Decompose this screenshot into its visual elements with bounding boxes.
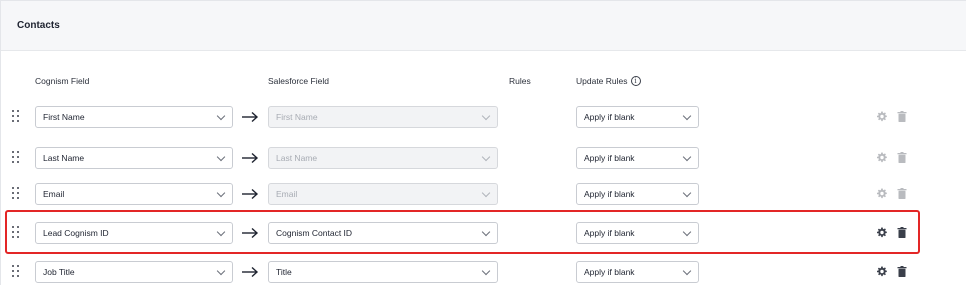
- chevron-down-icon: [216, 152, 226, 162]
- row-actions: [877, 111, 907, 122]
- chevron-down-icon: [481, 188, 491, 198]
- mapping-row: Last Name Last Name Apply if blank: [1, 147, 966, 169]
- salesforce-field-value: Title: [276, 267, 292, 277]
- drag-handle-icon[interactable]: [12, 151, 20, 164]
- salesforce-field-value: First Name: [276, 112, 318, 122]
- update-rule-value: Apply if blank: [584, 189, 635, 199]
- update-rule-value: Apply if blank: [584, 153, 635, 163]
- salesforce-field-value: Email: [276, 189, 298, 199]
- mapping-row: Email Email Apply if blank: [1, 183, 966, 205]
- info-icon[interactable]: i: [630, 76, 641, 86]
- cognism-field-select[interactable]: Job Title: [35, 261, 233, 283]
- gear-icon: [877, 111, 887, 122]
- update-rule-value: Apply if blank: [584, 112, 635, 122]
- highlight-box: [5, 210, 920, 254]
- cognism-field-select[interactable]: First Name: [35, 106, 233, 128]
- chevron-down-icon: [481, 111, 491, 121]
- chevron-down-icon: [216, 111, 226, 121]
- salesforce-field-select[interactable]: Title: [268, 261, 498, 283]
- row-actions: [877, 152, 907, 163]
- chevron-down-icon: [481, 152, 491, 162]
- cognism-field-value: First Name: [43, 112, 85, 122]
- chevron-down-icon: [216, 266, 226, 276]
- arrow-right-icon: [242, 188, 259, 200]
- salesforce-field-select: First Name: [268, 106, 498, 128]
- update-rule-value: Apply if blank: [584, 267, 635, 277]
- section-title: Contacts: [17, 20, 60, 31]
- salesforce-field-select: Last Name: [268, 147, 498, 169]
- column-header-rules: Rules: [509, 76, 531, 86]
- cognism-field-value: Job Title: [43, 267, 75, 277]
- trash-icon[interactable]: [897, 266, 907, 277]
- mapping-row: Job Title Title Apply if blank: [1, 261, 966, 283]
- update-rule-select[interactable]: Apply if blank: [576, 183, 699, 205]
- chevron-down-icon: [216, 188, 226, 198]
- update-rules-label: Update Rules: [576, 76, 628, 86]
- gear-icon: [877, 152, 887, 163]
- mapping-row: First Name First Name Apply if blank: [1, 106, 966, 128]
- drag-handle-icon[interactable]: [12, 265, 20, 278]
- arrow-right-icon: [242, 152, 259, 164]
- update-rule-select[interactable]: Apply if blank: [576, 147, 699, 169]
- cognism-field-select[interactable]: Last Name: [35, 147, 233, 169]
- trash-icon: [897, 188, 907, 199]
- contacts-mapping-panel: Contacts Cognism Field Salesforce Field …: [0, 0, 966, 285]
- column-header-update-rules: Update Rules i: [576, 76, 641, 86]
- chevron-down-icon: [481, 266, 491, 276]
- chevron-down-icon: [682, 266, 692, 276]
- update-rule-select[interactable]: Apply if blank: [576, 261, 699, 283]
- gear-icon: [877, 188, 887, 199]
- section-header: Contacts: [1, 1, 966, 51]
- column-header-salesforce-field: Salesforce Field: [268, 76, 329, 86]
- salesforce-field-value: Last Name: [276, 153, 318, 163]
- chevron-down-icon: [682, 152, 692, 162]
- arrow-right-icon: [242, 111, 259, 123]
- salesforce-field-select: Email: [268, 183, 498, 205]
- cognism-field-value: Email: [43, 189, 65, 199]
- trash-icon: [897, 152, 907, 163]
- drag-handle-icon[interactable]: [12, 187, 20, 200]
- column-header-cognism-field: Cognism Field: [35, 76, 90, 86]
- row-actions: [877, 266, 907, 277]
- drag-handle-icon[interactable]: [12, 110, 20, 123]
- trash-icon: [897, 111, 907, 122]
- row-actions: [877, 188, 907, 199]
- arrow-right-icon: [242, 266, 259, 278]
- gear-icon[interactable]: [877, 266, 887, 277]
- cognism-field-select[interactable]: Email: [35, 183, 233, 205]
- chevron-down-icon: [682, 111, 692, 121]
- update-rule-select[interactable]: Apply if blank: [576, 106, 699, 128]
- chevron-down-icon: [682, 188, 692, 198]
- cognism-field-value: Last Name: [43, 153, 85, 163]
